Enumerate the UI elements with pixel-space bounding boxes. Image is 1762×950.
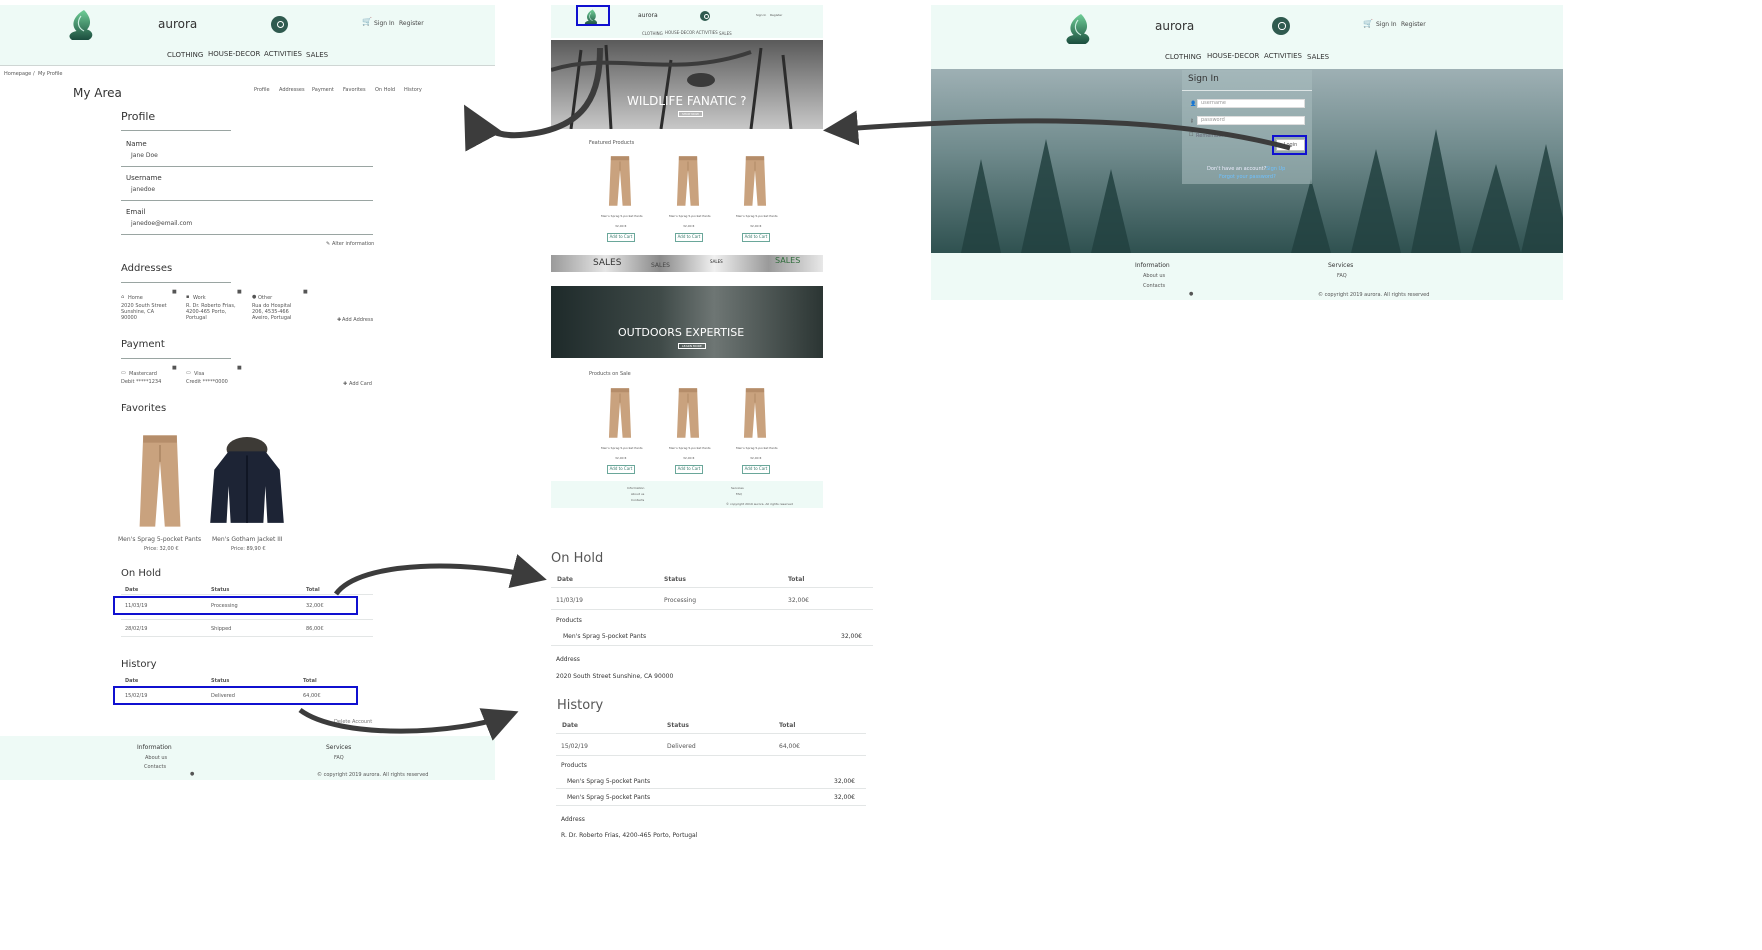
arrow-history-to-detail [298,707,519,741]
flow-arrows [298,47,1291,741]
arrow-on-hold-to-detail [333,554,547,596]
arrow-signin-to-home [823,110,1291,151]
arrow-home-to-my-area [464,47,603,152]
